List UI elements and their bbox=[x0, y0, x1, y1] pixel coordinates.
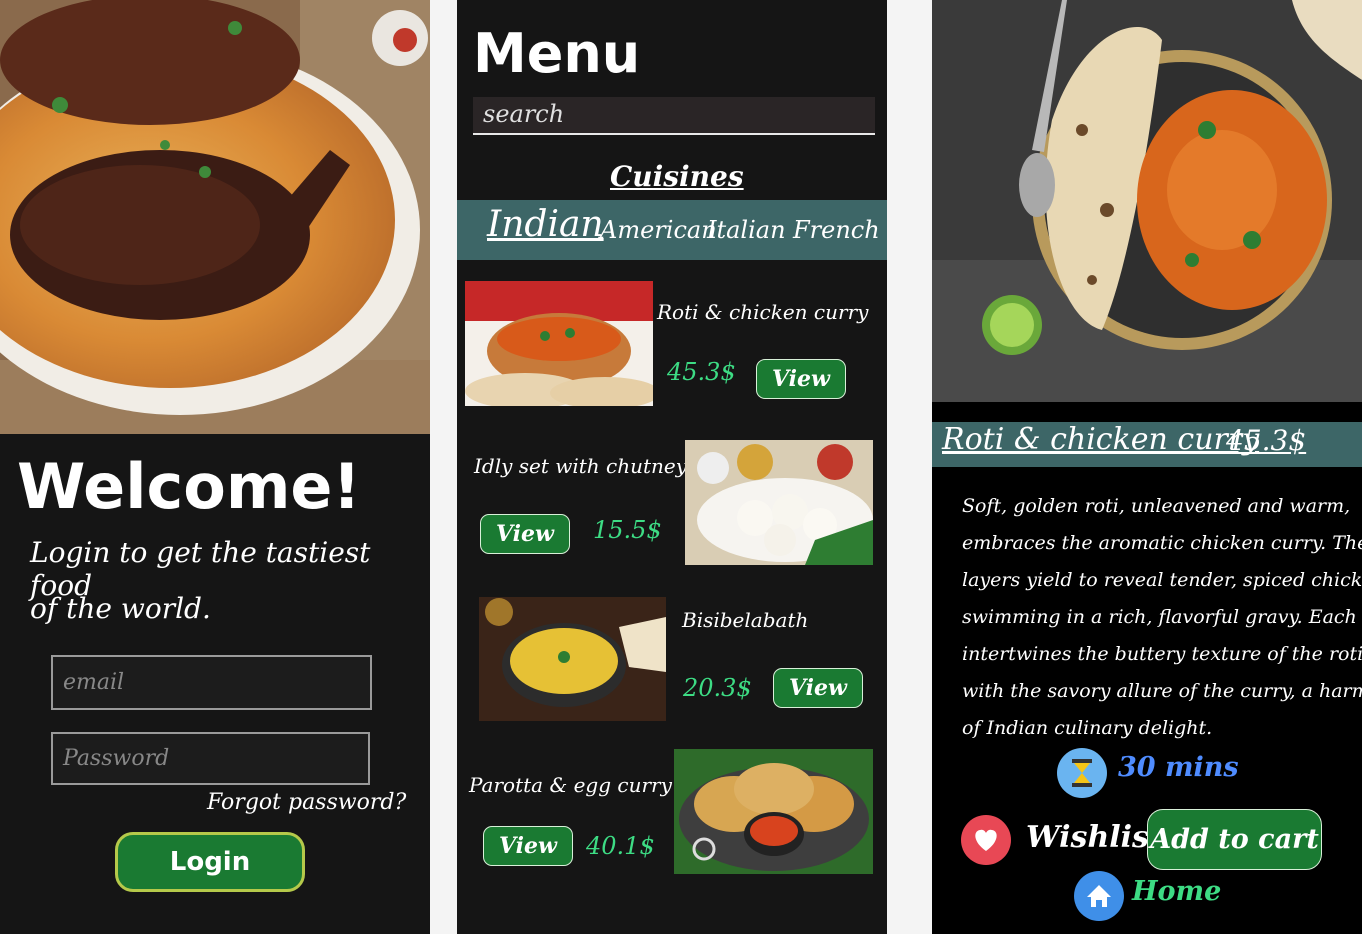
tab-italian[interactable]: Italian bbox=[707, 216, 786, 244]
dish-title: Roti & chicken curry bbox=[942, 422, 1260, 457]
cuisines-heading: Cuisines bbox=[610, 160, 744, 193]
dish-description: Soft, golden roti, unleavened and warm, … bbox=[962, 488, 1362, 747]
parotta-photo bbox=[674, 749, 873, 874]
view-button[interactable]: View bbox=[483, 826, 573, 866]
tab-indian[interactable]: Indian bbox=[487, 204, 604, 245]
description-line: Soft, golden roti, unleavened and warm, bbox=[962, 495, 1351, 517]
dish-price: 15.5$ bbox=[593, 516, 662, 544]
roti-curry-hero-photo bbox=[932, 0, 1362, 402]
idly-photo bbox=[685, 440, 873, 565]
dish-name: Bisibelabath bbox=[682, 608, 809, 632]
dish-price: 45.3$ bbox=[667, 358, 736, 386]
email-field[interactable]: email bbox=[51, 655, 372, 710]
login-subtitle-line2: of the world. bbox=[30, 592, 211, 625]
description-line: intertwines the buttery texture of the r… bbox=[962, 643, 1362, 665]
welcome-title: Welcome! bbox=[17, 450, 361, 523]
description-line: with the savory allure of the curry, a h… bbox=[962, 680, 1362, 702]
search-input[interactable]: search bbox=[473, 97, 875, 135]
login-button[interactable]: Login bbox=[115, 832, 305, 892]
menu-screen: Menu search Cuisines Indian American Ita… bbox=[457, 0, 887, 934]
login-button-label: Login bbox=[169, 847, 251, 877]
dish-name: Idly set with chutney bbox=[474, 454, 688, 478]
add-to-cart-button[interactable]: Add to cart bbox=[1147, 809, 1322, 870]
description-line: of Indian culinary delight. bbox=[962, 717, 1213, 739]
view-button[interactable]: View bbox=[773, 668, 863, 708]
biryani-photo bbox=[0, 0, 430, 434]
bisibelabath-photo bbox=[479, 597, 666, 721]
description-line: embraces the aromatic chicken curry. The… bbox=[962, 532, 1362, 554]
heart-icon[interactable] bbox=[961, 815, 1011, 865]
wishlist-label[interactable]: Wishlist bbox=[1026, 820, 1163, 855]
dish-title-bar: Roti & chicken curry 45.3$ bbox=[932, 422, 1362, 467]
cuisine-tab-bar: Indian American Italian French bbox=[457, 200, 887, 260]
dish-name: Roti & chicken curry bbox=[657, 300, 869, 324]
dish-name: Parotta & egg curry bbox=[469, 773, 672, 797]
password-placeholder: Password bbox=[63, 746, 170, 771]
search-placeholder: search bbox=[483, 100, 565, 128]
description-line: swimming in a rich, flavorful gravy. Eac… bbox=[962, 606, 1362, 628]
email-placeholder: email bbox=[63, 670, 125, 695]
view-button[interactable]: View bbox=[480, 514, 570, 554]
dish-price: 20.3$ bbox=[683, 674, 752, 702]
forgot-password-link[interactable]: Forgot password? bbox=[207, 790, 406, 815]
dish-detail-screen: Roti & chicken curry 45.3$ Soft, golden … bbox=[932, 0, 1362, 934]
prep-time: 30 mins bbox=[1118, 752, 1239, 783]
view-button[interactable]: View bbox=[756, 359, 846, 399]
login-screen: Welcome! Login to get the tastiest food … bbox=[0, 0, 430, 934]
add-to-cart-label: Add to cart bbox=[1150, 824, 1319, 855]
menu-title: Menu bbox=[473, 22, 641, 85]
home-icon[interactable] bbox=[1074, 871, 1124, 921]
hourglass-icon bbox=[1057, 748, 1107, 798]
tab-french[interactable]: French bbox=[793, 216, 880, 244]
tab-american[interactable]: American bbox=[600, 216, 717, 244]
description-line: layers yield to reveal tender, spiced ch… bbox=[962, 569, 1362, 591]
password-field[interactable]: Password bbox=[51, 732, 370, 785]
home-link[interactable]: Home bbox=[1132, 876, 1221, 907]
dish-detail-price: 45.3$ bbox=[1226, 424, 1307, 457]
dish-price: 40.1$ bbox=[586, 832, 655, 860]
roti-curry-photo bbox=[465, 281, 653, 406]
